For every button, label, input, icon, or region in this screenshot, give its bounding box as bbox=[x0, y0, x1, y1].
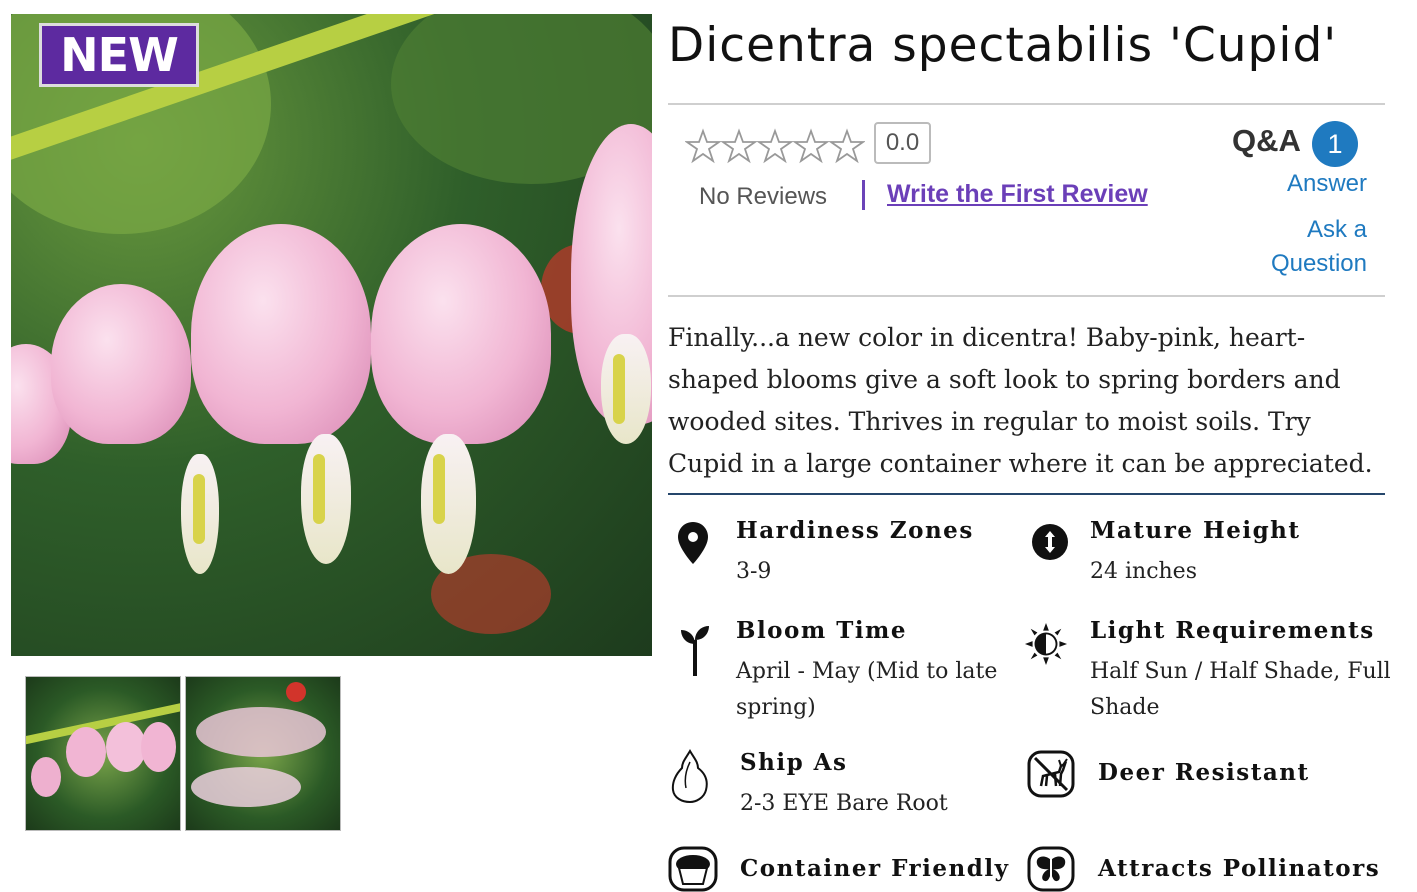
flower bbox=[51, 284, 191, 444]
separator bbox=[862, 180, 865, 210]
flower-petal bbox=[301, 434, 351, 564]
attr-value-light-1: Half Sun / Half Shade, Full bbox=[1090, 659, 1391, 684]
map-pin-icon bbox=[671, 521, 715, 565]
half-sun-icon bbox=[1024, 622, 1068, 666]
product-description: Finally...a new color in dicentra! Baby-… bbox=[668, 323, 1373, 478]
sprout-icon bbox=[673, 622, 717, 676]
attr-value-bloom-1: April - May (Mid to late bbox=[736, 659, 998, 684]
attr-value-ship: 2-3 EYE Bare Root bbox=[740, 791, 948, 816]
product-main-image[interactable] bbox=[11, 14, 652, 656]
flower bbox=[371, 224, 551, 444]
divider bbox=[668, 103, 1385, 105]
star-icon[interactable] bbox=[685, 128, 721, 164]
thumbnail-2[interactable] bbox=[185, 676, 341, 831]
new-badge: NEW bbox=[39, 23, 199, 87]
attr-label-pollinators: Attracts Pollinators bbox=[1098, 855, 1381, 882]
no-reviews-label: No Reviews bbox=[699, 183, 828, 210]
butterfly-icon bbox=[1027, 846, 1075, 892]
attr-value-light-2: Shade bbox=[1090, 695, 1160, 720]
star-icon[interactable] bbox=[829, 128, 865, 164]
attr-label-hardiness: Hardiness Zones bbox=[736, 517, 974, 544]
flower bbox=[191, 224, 371, 444]
ask-question-line2: Question bbox=[1270, 250, 1367, 277]
product-title: Dicentra spectabilis 'Cupid' bbox=[668, 18, 1338, 73]
attr-label-container: Container Friendly bbox=[740, 855, 1010, 882]
flower-petal bbox=[421, 434, 476, 574]
attr-label-bloom: Bloom Time bbox=[736, 617, 908, 644]
height-arrows-icon bbox=[1028, 520, 1072, 564]
qa-label: Q&A bbox=[1232, 123, 1301, 158]
thumbnail-1[interactable] bbox=[25, 676, 181, 831]
rating-value: 0.0 bbox=[874, 122, 931, 164]
ask-question-line1: Ask a bbox=[1306, 216, 1367, 243]
attr-value-height: 24 inches bbox=[1090, 559, 1197, 584]
divider bbox=[668, 295, 1385, 297]
flower-petal bbox=[181, 454, 219, 574]
attr-label-light: Light Requirements bbox=[1090, 617, 1375, 644]
pot-icon bbox=[668, 846, 718, 892]
attr-label-ship: Ship As bbox=[740, 749, 848, 776]
answer-link[interactable]: Answer bbox=[1260, 170, 1367, 198]
star-icon[interactable] bbox=[757, 128, 793, 164]
ask-question-link[interactable]: Ask a Question bbox=[1220, 216, 1367, 278]
attr-label-deer: Deer Resistant bbox=[1098, 759, 1310, 786]
star-icon[interactable] bbox=[793, 128, 829, 164]
deer-icon bbox=[1027, 750, 1075, 798]
star-rating[interactable] bbox=[685, 128, 865, 164]
attr-value-bloom-2: spring) bbox=[736, 695, 816, 720]
divider-dark bbox=[668, 493, 1385, 495]
qa-count-badge: 1 bbox=[1312, 121, 1358, 167]
star-icon[interactable] bbox=[721, 128, 757, 164]
attr-value-hardiness: 3-9 bbox=[736, 559, 772, 584]
flower-petal bbox=[601, 334, 651, 444]
attr-label-height: Mature Height bbox=[1090, 517, 1301, 544]
bulb-root-icon bbox=[668, 748, 712, 804]
write-review-link[interactable]: Write the First Review bbox=[887, 180, 1148, 209]
